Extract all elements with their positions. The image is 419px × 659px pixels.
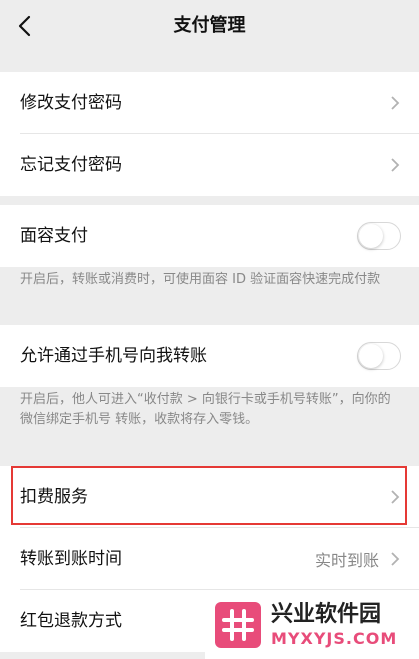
face-pay-row: 面容支付 [0,205,419,267]
phone-transfer-note: 开启后，他人可进入“收付款 > 向银行卡或手机号转账”，向你的微信绑定手机号 转… [20,392,391,427]
nav-bar: 支付管理 [0,0,419,52]
deduction-service-label: 扣费服务 [20,487,88,507]
phone-transfer-section: 允许通过手机号向我转账 [0,325,419,387]
phone-transfer-toggle[interactable] [357,342,401,370]
watermark-url: MYXYJS.COM [271,628,398,648]
phone-transfer-label: 允许通过手机号向我转账 [20,346,207,366]
forgot-password-label: 忘记支付密码 [20,155,122,175]
password-section: 修改支付密码 忘记支付密码 [0,72,419,196]
transfer-time-label: 转账到账时间 [20,549,122,569]
face-pay-note: 开启后，转账或消费时，可使用面容 ID 验证面容快速完成付款 [20,272,381,287]
forgot-password-row[interactable]: 忘记支付密码 [0,134,419,196]
toggle-knob [359,224,383,248]
change-password-label: 修改支付密码 [20,93,122,113]
transfer-time-row[interactable]: 转账到账时间 实时到账 [0,528,419,590]
deduction-service-row[interactable]: 扣费服务 [0,466,419,528]
watermark-logo-icon [215,601,261,648]
transfer-time-value: 实时到账 [314,551,379,570]
chevron-right-icon [391,158,400,172]
red-packet-refund-label: 红包退款方式 [20,611,122,631]
chevron-right-icon [391,96,400,110]
phone-transfer-row: 允许通过手机号向我转账 [0,325,419,387]
watermark: 兴业软件园 MYXYJS.COM [205,590,419,659]
face-pay-section: 面容支付 [0,205,419,267]
face-pay-toggle[interactable] [357,222,401,250]
watermark-title: 兴业软件园 [271,601,382,627]
page-title: 支付管理 [173,15,246,36]
chevron-right-icon [391,490,400,504]
face-pay-label: 面容支付 [20,226,88,246]
chevron-right-icon [391,552,400,566]
toggle-knob [359,344,383,368]
change-password-row[interactable]: 修改支付密码 [0,72,419,134]
